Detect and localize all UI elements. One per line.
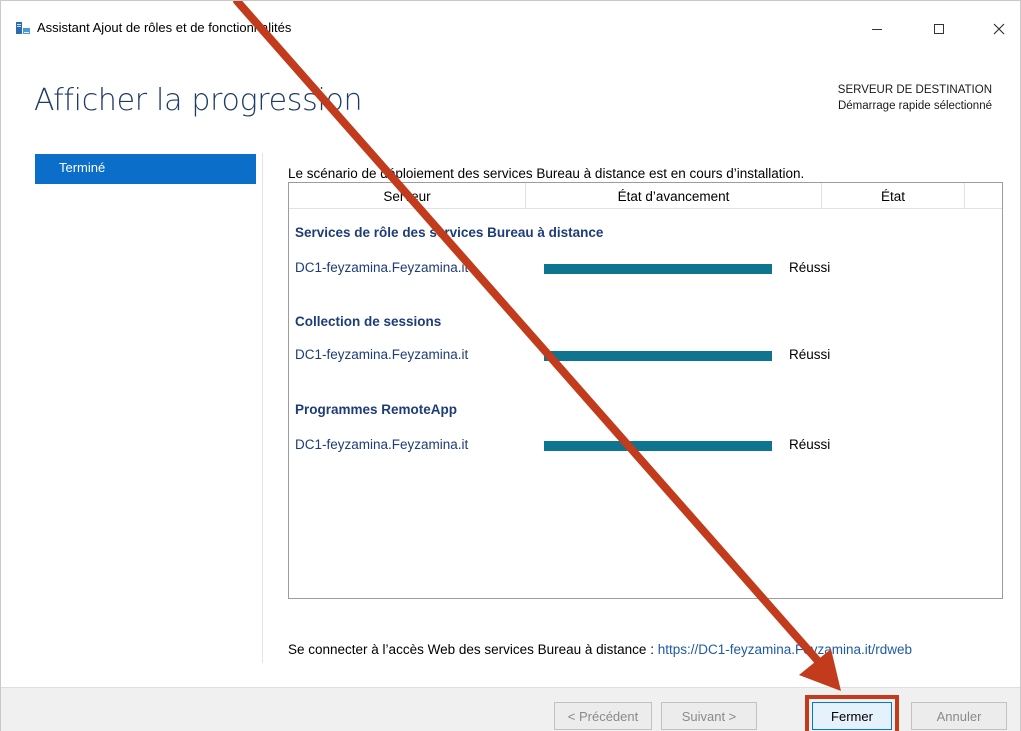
column-header-server[interactable]: Serveur [289, 183, 526, 209]
close-window-button[interactable] [977, 15, 1021, 43]
page-title: Afficher la progression [34, 83, 363, 118]
table-row-server: DC1-feyzamina.Feyzamina.it [295, 347, 469, 362]
server-manager-icon [16, 22, 30, 34]
group-title-remoteapp: Programmes RemoteApp [295, 402, 458, 417]
group-title-role-services: Services de rôle des services Bureau à d… [295, 225, 604, 240]
destination-label: SERVEUR DE DESTINATION [837, 84, 992, 96]
minimize-icon [872, 29, 882, 30]
close-icon [993, 23, 1005, 35]
minimize-button[interactable] [855, 15, 899, 43]
progress-list: Serveur État d’avancement État Services … [288, 182, 1003, 599]
web-access-text: Se connecter à l’accès Web des services … [288, 642, 912, 657]
destination-server-info: SERVEUR DE DESTINATION Démarrage rapide … [838, 82, 992, 114]
destination-value: Démarrage rapide sélectionné [837, 100, 992, 112]
progress-bar [544, 441, 772, 451]
intro-text: Le scénario de déploiement des services … [288, 166, 805, 181]
nav-divider [262, 153, 263, 663]
cancel-button[interactable]: Annuler [911, 702, 1007, 730]
table-row-status: Réussi [789, 437, 831, 452]
table-header: Serveur État d’avancement État [289, 183, 1002, 209]
wizard-window: Assistant Ajout de rôles et de fonctionn… [0, 0, 1021, 731]
progress-bar [544, 351, 772, 361]
progress-bar [544, 264, 772, 274]
maximize-button[interactable] [917, 15, 961, 43]
table-row-server: DC1-feyzamina.Feyzamina.it [295, 260, 469, 275]
group-title-session-collection: Collection de sessions [295, 314, 442, 329]
title-bar: Assistant Ajout de rôles et de fonctionn… [1, 1, 1020, 53]
close-button[interactable]: Fermer [812, 702, 892, 730]
table-row-status: Réussi [789, 347, 831, 362]
next-button[interactable]: Suivant > [661, 702, 757, 730]
table-row-server: DC1-feyzamina.Feyzamina.it [295, 437, 469, 452]
maximize-icon [934, 24, 944, 34]
column-header-status[interactable]: État [822, 183, 965, 209]
nav-item-termine[interactable]: Terminé [35, 154, 256, 184]
column-header-progress[interactable]: État d’avancement [526, 183, 822, 209]
table-row-status: Réussi [789, 260, 831, 275]
previous-button[interactable]: < Précédent [554, 702, 652, 730]
web-access-link[interactable]: https://DC1-feyzamina.Feyzamina.it/rdweb [658, 642, 912, 657]
window-title: Assistant Ajout de rôles et de fonctionn… [37, 20, 292, 35]
web-access-label: Se connecter à l’accès Web des services … [288, 642, 658, 657]
